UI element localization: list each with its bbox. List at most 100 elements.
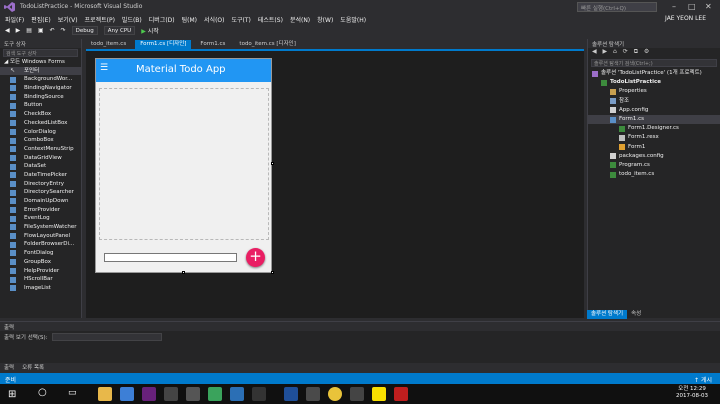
solution-tree-item[interactable]: packages.config: [588, 152, 720, 161]
menu-analyze[interactable]: 분석(N): [290, 15, 310, 24]
todo-list-panel[interactable]: [99, 88, 269, 240]
menu-file[interactable]: 파일(F): [5, 15, 24, 24]
task-view-icon[interactable]: ▭: [68, 388, 77, 398]
solution-tree-item[interactable]: Form1.resx: [588, 133, 720, 142]
user-account[interactable]: JAE YEON LEE: [665, 15, 706, 22]
solution-tree-item[interactable]: TodoListPractice: [588, 78, 720, 87]
chrome-icon[interactable]: [328, 387, 342, 401]
toolbox-item[interactable]: ErrorProvider: [0, 206, 81, 215]
add-todo-button[interactable]: +: [246, 248, 265, 267]
resize-handle-right[interactable]: [271, 162, 274, 165]
save-icon[interactable]: ▣: [38, 27, 44, 34]
resize-handle-bottom[interactable]: [182, 271, 185, 274]
menu-tools[interactable]: 도구(T): [231, 15, 250, 24]
tab-output[interactable]: 출력: [0, 363, 18, 373]
menu-project[interactable]: 프로젝트(P): [85, 15, 115, 24]
toolbox-item[interactable]: DataGridView: [0, 154, 81, 163]
tab-todo-item-cs[interactable]: todo_item.cs: [86, 40, 131, 49]
toolbox-item[interactable]: ComboBox: [0, 136, 81, 145]
solution-tree-item[interactable]: 참조: [588, 97, 720, 106]
toolbox-item[interactable]: BindingNavigator: [0, 84, 81, 93]
toolbox-search-input[interactable]: 검색 도구 상자: [3, 49, 78, 57]
app-icon-5[interactable]: [186, 387, 200, 401]
open-file-icon[interactable]: ▤: [26, 27, 32, 34]
toolbox-item[interactable]: HelpProvider: [0, 267, 81, 276]
tab-form1-cs[interactable]: Form1.cs: [195, 40, 230, 49]
store-icon[interactable]: [120, 387, 134, 401]
start-button[interactable]: ▶ 시작: [141, 26, 159, 35]
toolbox-item[interactable]: DirectoryEntry: [0, 180, 81, 189]
toolbox-item[interactable]: FolderBrowserDi...: [0, 240, 81, 249]
toolbox-item[interactable]: DomainUpDown: [0, 197, 81, 206]
cortana-search-icon[interactable]: ○: [38, 387, 47, 398]
hamburger-menu-icon[interactable]: ☰: [100, 63, 108, 73]
todo-input-field[interactable]: [104, 253, 237, 262]
resize-handle-corner[interactable]: [271, 271, 274, 274]
solution-tree-item[interactable]: Properties: [588, 87, 720, 96]
app-icon-4[interactable]: [164, 387, 178, 401]
solution-tree-item[interactable]: todo_item.cs: [588, 170, 720, 179]
app-icon-6[interactable]: [208, 387, 222, 401]
solution-tree-item[interactable]: Program.cs: [588, 161, 720, 170]
menu-build[interactable]: 빌드(B): [122, 15, 142, 24]
toolbox-item[interactable]: ColorDialog: [0, 128, 81, 137]
toolbox-item[interactable]: FileSystemWatcher: [0, 223, 81, 232]
maximize-icon[interactable]: □: [688, 2, 696, 11]
menu-window[interactable]: 창(W): [317, 15, 333, 24]
publish-button[interactable]: ↑ 게시: [694, 375, 712, 384]
toolbox-item[interactable]: EventLog: [0, 214, 81, 223]
toolbox-item[interactable]: CheckedListBox: [0, 119, 81, 128]
app-icon-12[interactable]: [350, 387, 364, 401]
file-explorer-icon[interactable]: [98, 387, 112, 401]
tab-properties[interactable]: 속성: [627, 310, 645, 319]
toolbox-item[interactable]: BindingSource: [0, 93, 81, 102]
toolbox-item[interactable]: DataSet: [0, 162, 81, 171]
toolbox-item[interactable]: ContextMenuStrip: [0, 145, 81, 154]
windows-start-icon[interactable]: ⊞: [8, 389, 16, 400]
toolbox-group-all-windows-forms[interactable]: ◢ 모든 Windows Forms: [0, 58, 81, 67]
solution-tree-item[interactable]: App.config: [588, 106, 720, 115]
toolbox-item[interactable]: DirectorySearcher: [0, 188, 81, 197]
toolbox-item[interactable]: Button: [0, 101, 81, 110]
undo-icon[interactable]: ↶: [50, 27, 55, 34]
tab-error-list[interactable]: 오류 목록: [18, 363, 48, 373]
minimize-icon[interactable]: –: [672, 2, 676, 11]
menu-debug[interactable]: 디버그(D): [149, 15, 175, 24]
toolbox-item[interactable]: ↖ 포인터: [0, 66, 81, 76]
filezilla-icon[interactable]: [394, 387, 408, 401]
forward-icon[interactable]: ▶: [16, 27, 21, 34]
taskbar-clock[interactable]: 오전 12:29 2017-08-03: [676, 386, 708, 400]
menu-team[interactable]: 팀(M): [182, 15, 197, 24]
toolbox-item[interactable]: FontDialog: [0, 249, 81, 258]
platform-select[interactable]: Any CPU: [103, 26, 136, 35]
configuration-select[interactable]: Debug: [71, 26, 98, 35]
toolbox-item[interactable]: BackgroundWor...: [0, 75, 81, 84]
menu-view[interactable]: 보기(V): [58, 15, 78, 24]
solution-tree-item[interactable]: Form1.Designer.cs: [588, 124, 720, 133]
visual-studio-taskbar-icon[interactable]: [142, 387, 156, 401]
tab-todo-item-design[interactable]: todo_item.cs [디자인]: [234, 40, 300, 49]
solution-tree-item[interactable]: Form1: [588, 143, 720, 152]
quick-launch-input[interactable]: 빠른 실행(Ctrl+Q): [577, 2, 657, 12]
close-icon[interactable]: ✕: [705, 2, 712, 11]
tab-solution-explorer[interactable]: 솔루션 탐색기: [587, 310, 628, 319]
app-bar[interactable]: ☰ Material Todo App: [96, 59, 271, 82]
app-icon-10[interactable]: [306, 387, 320, 401]
toolbox-item[interactable]: HScrollBar: [0, 275, 81, 284]
tab-form1-design[interactable]: Form1.cs [디자인]: [135, 40, 192, 49]
solution-tree-item[interactable]: Form1.cs: [588, 114, 720, 125]
output-source-select[interactable]: [51, 332, 162, 341]
app-icon-8[interactable]: [252, 387, 266, 401]
toolbox-item[interactable]: CheckBox: [0, 110, 81, 119]
app-icon-9[interactable]: [284, 387, 298, 401]
menu-edit[interactable]: 편집(E): [31, 15, 51, 24]
redo-icon[interactable]: ↷: [61, 27, 66, 34]
toolbox-item[interactable]: FlowLayoutPanel: [0, 232, 81, 241]
menu-format[interactable]: 서식(O): [204, 15, 224, 24]
menu-help[interactable]: 도움말(H): [340, 15, 366, 24]
app-icon-7[interactable]: [230, 387, 244, 401]
solution-explorer-toolbar[interactable]: ◀ ▶ ⌂ ⟳ ⧉ ⚙: [588, 48, 720, 59]
menu-test[interactable]: 테스트(S): [258, 15, 283, 24]
toolbox-item[interactable]: DateTimePicker: [0, 171, 81, 180]
back-icon[interactable]: ◀: [5, 27, 10, 34]
